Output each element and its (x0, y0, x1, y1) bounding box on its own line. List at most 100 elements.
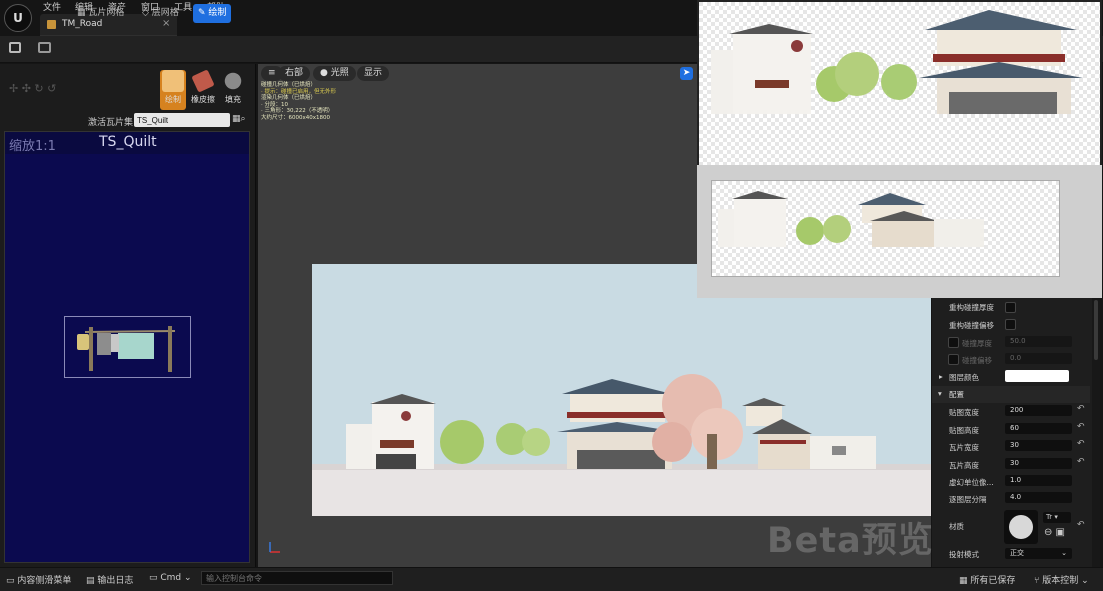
brush-icon: ✎ (198, 8, 209, 18)
lit-label: 光照 (330, 68, 349, 78)
prop-label: 重构碰撞厚度 (949, 303, 994, 312)
source-control-label: 版本控制 (1042, 576, 1079, 586)
chevron-down-icon: ⌄ (181, 573, 192, 583)
browse-icon[interactable] (38, 42, 51, 53)
select-icon[interactable]: ➤ (680, 67, 693, 80)
material-thumbnail[interactable] (1004, 510, 1038, 544)
tilemap-icon (47, 20, 56, 29)
draw-mode-button[interactable]: ✎ 绘制 (193, 4, 232, 23)
prop-label: 材质 (949, 522, 964, 531)
section-header[interactable]: ▾ 配置 (932, 386, 1090, 403)
prop-label: 逐图层分隔 (949, 495, 987, 504)
eraser-icon (191, 69, 215, 93)
projection-mode-value: 正交 (1010, 549, 1024, 557)
content-drawer-button[interactable]: ▭ 内容侧滑菜单 (6, 573, 71, 586)
prop-label: 贴图宽度 (949, 408, 979, 417)
expand-arrow-icon[interactable]: ▸ (939, 372, 943, 381)
viewport-stats: 碰撞几何体（已烘焙） · 提示：碰撞已启用，但无外形 渲染几何体（已烘焙） · … (261, 82, 336, 121)
unreal-logo[interactable]: U (4, 4, 32, 32)
chevron-down-icon: ⌄ (1061, 549, 1067, 557)
tilemap-scene[interactable] (312, 264, 931, 516)
eraser-tool-label: 橡皮擦 (191, 95, 215, 104)
hamburger-icon: ≡ (268, 68, 276, 78)
reset-icon[interactable]: ↶ (1077, 439, 1085, 449)
save-all-icon: ▦ (959, 576, 971, 586)
paint-brush-icon (162, 70, 184, 92)
layer-icon: ◇ (142, 8, 152, 18)
tileset-name: TS_Quilt (99, 134, 157, 150)
override-offset-checkbox[interactable] (1005, 319, 1016, 330)
paint-tool-button[interactable]: 绘制 (160, 70, 186, 110)
output-log-label: 输出日志 (97, 576, 134, 586)
prop-label: 碰撞厚度 (962, 339, 992, 348)
tile-height-field[interactable]: 30 (1005, 458, 1072, 469)
reference-preview-image (711, 180, 1060, 277)
console-input[interactable] (201, 571, 393, 585)
console-icon: ▭ (149, 573, 161, 583)
menu-file[interactable]: 文件 (43, 0, 61, 13)
prop-label: 瓦片宽度 (949, 443, 979, 452)
paint-bucket-icon (224, 72, 242, 90)
prop-label: 瓦片高度 (949, 461, 979, 470)
prop-label: 碰撞偏移 (962, 356, 992, 365)
axis-gizmo-icon (268, 540, 282, 554)
material-use-browse-icons[interactable]: ⊖ ▣ (1044, 527, 1065, 538)
collision-thickness-field[interactable]: 50.0 (1005, 336, 1072, 347)
tileset-image[interactable] (64, 316, 191, 378)
units-per-pixel-field[interactable]: 1.0 (1005, 475, 1072, 486)
grid-icon: ▦ (77, 8, 89, 18)
layer-color-swatch[interactable] (1005, 370, 1069, 382)
section-label: 配置 (949, 390, 964, 399)
stat-line: 大约尺寸：6000x40x1800 (261, 114, 331, 121)
view-mode-button[interactable]: 右部 (278, 66, 311, 81)
override-thickness-checkbox[interactable] (1005, 302, 1016, 313)
reset-icon[interactable]: ↶ (1077, 422, 1085, 432)
draw-mode-label: 绘制 (208, 8, 227, 18)
reset-icon[interactable]: ↶ (1077, 457, 1085, 467)
layer-grid-label: 层网格 (151, 8, 179, 18)
chevron-down-icon: ⌄ (1078, 576, 1089, 586)
grid-search-icon[interactable]: ▦⌕ (232, 114, 246, 124)
cmd-dropdown[interactable]: ▭ Cmd ⌄ (149, 573, 192, 583)
save-icon[interactable] (9, 42, 21, 53)
reset-icon[interactable]: ↶ (1077, 404, 1085, 414)
prop-label: 贴图高度 (949, 426, 979, 435)
content-drawer-label: 内容侧滑菜单 (17, 576, 72, 586)
material-dropdown[interactable]: Tr ▾ (1043, 512, 1071, 523)
layer-grid-button[interactable]: ◇ 层网格 (137, 4, 184, 23)
active-tileset-field[interactable] (134, 113, 230, 127)
lit-icon: ● (320, 68, 331, 78)
beta-watermark: Beta预览 (767, 521, 934, 561)
prop-label: 投射模式 (949, 550, 979, 559)
collapse-arrow-icon: ▾ (938, 389, 942, 398)
tile-width-field[interactable]: 30 (1005, 440, 1072, 451)
map-width-field[interactable]: 200 (1005, 405, 1072, 416)
save-all-button[interactable]: ▦ 所有已保存 (959, 573, 1015, 586)
prop-label: 虚幻单位像... (949, 478, 994, 487)
collision-offset-field[interactable]: 0.0 (1005, 353, 1072, 364)
prop-label: 图层颜色 (949, 373, 979, 382)
layer-separation-field[interactable]: 4.0 (1005, 492, 1072, 503)
cmd-label: Cmd (160, 573, 182, 583)
source-control-button[interactable]: ⑂ 版本控制 ⌄ (1034, 573, 1089, 586)
drawer-icon: ▭ (6, 576, 18, 586)
prop-label: 重构碰撞偏移 (949, 321, 994, 330)
paint-tool-label: 绘制 (165, 95, 181, 104)
projection-mode-dropdown[interactable]: 正交 ⌄ (1005, 548, 1072, 559)
tile-grid-label: 瓦片网格 (88, 8, 125, 18)
stat-line: · 三角形：30,222（不透明） (261, 108, 334, 114)
reset-icon[interactable]: ↶ (1077, 520, 1085, 530)
zoom-label: 缩放1:1 (9, 139, 56, 154)
details-scrollbar[interactable] (1092, 298, 1100, 567)
fill-tool-button[interactable]: 填充 (220, 70, 246, 110)
output-log-button[interactable]: ▤ 输出日志 (86, 573, 133, 586)
tile-grid-button[interactable]: ▦ 瓦片网格 (72, 4, 129, 23)
lit-button[interactable]: ● 光照 (313, 66, 356, 81)
active-tileset-label: 激活瓦片集 (88, 118, 134, 128)
save-all-label: 所有已保存 (970, 576, 1016, 586)
show-button[interactable]: 显示 (357, 66, 390, 81)
eraser-tool-button[interactable]: 橡皮擦 (190, 69, 216, 110)
transform-icons[interactable]: ✢ ✣ ↻ ↺ (9, 82, 56, 95)
log-icon: ▤ (86, 576, 98, 586)
map-height-field[interactable]: 60 (1005, 423, 1072, 434)
